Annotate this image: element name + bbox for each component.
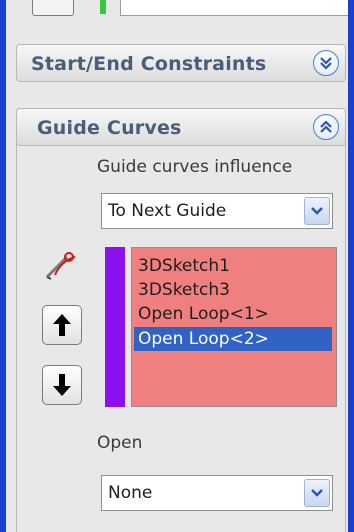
chevron-down-icon[interactable] (304, 197, 330, 225)
previous-button[interactable] (32, 0, 74, 16)
constraints-section-header[interactable]: Start/End Constraints (16, 44, 346, 82)
chevron-double-up-icon[interactable] (313, 114, 339, 140)
open-value: None (108, 483, 153, 503)
property-manager: { "sections": { "constraints": { "title"… (0, 0, 354, 532)
chevron-double-down-icon[interactable] (313, 50, 339, 76)
previous-section-controls (26, 0, 348, 16)
guide-curves-section: Guide Curves Guide curves influence To N… (16, 108, 346, 532)
arrow-down-icon (53, 374, 71, 396)
list-item-selected[interactable]: Open Loop<2> (134, 327, 332, 351)
guide-curves-section-title: Guide Curves (37, 117, 182, 139)
status-indicator (100, 0, 106, 14)
guide-color-swatch (105, 247, 125, 407)
list-item[interactable]: 3DSketch1 (134, 254, 332, 278)
list-item[interactable]: Open Loop<1> (134, 302, 332, 326)
window-edge (348, 0, 354, 532)
move-up-button[interactable] (42, 305, 82, 345)
guide-curves-list[interactable]: 3DSketch1 3DSketch3 Open Loop<1> Open Lo… (131, 247, 337, 407)
guide-influence-value: To Next Guide (108, 201, 227, 221)
arrow-up-icon (53, 314, 71, 336)
move-down-button[interactable] (42, 365, 82, 405)
list-item[interactable]: 3DSketch3 (134, 278, 332, 302)
chevron-down-icon[interactable] (304, 479, 330, 507)
guide-influence-label: Guide curves influence (97, 157, 293, 177)
guide-influence-dropdown[interactable]: To Next Guide (101, 193, 333, 229)
previous-field[interactable] (120, 0, 348, 16)
open-label: Open (97, 433, 143, 453)
feature-panel: Start/End Constraints Guide Curves Guide… (6, 0, 348, 532)
constraints-section-title: Start/End Constraints (31, 53, 267, 75)
sketch-pencil-icon[interactable] (41, 249, 81, 283)
guide-curves-section-header[interactable]: Guide Curves (16, 108, 346, 146)
open-dropdown[interactable]: None (101, 475, 333, 511)
